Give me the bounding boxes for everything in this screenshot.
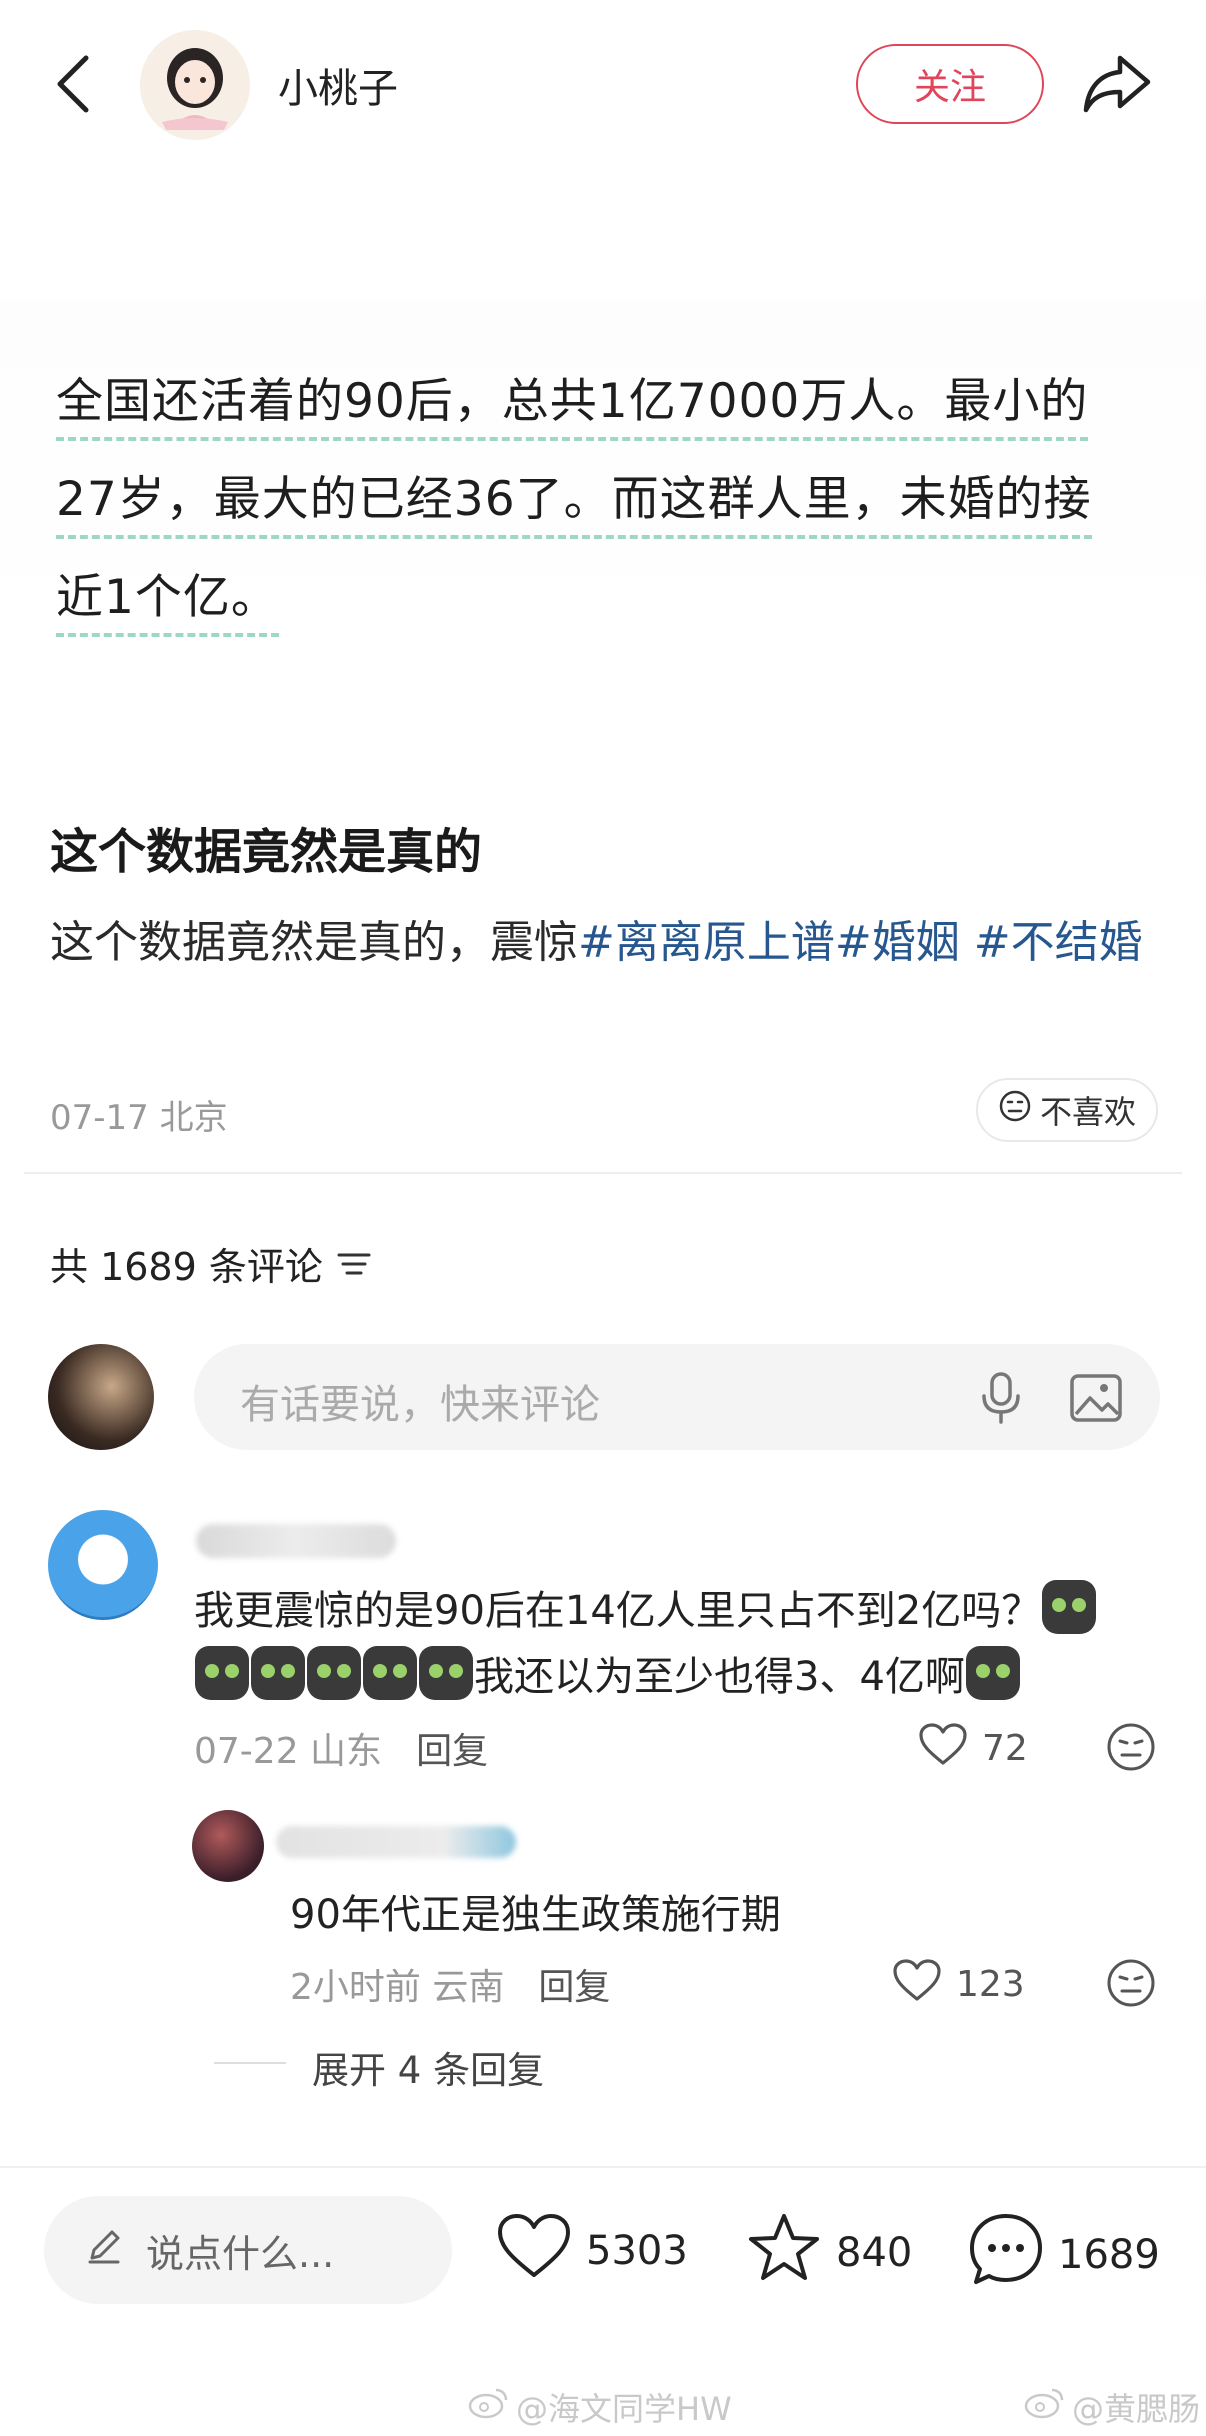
comment-count[interactable]: 共 1689 条评论 <box>50 1236 371 1291</box>
back-icon[interactable] <box>52 52 96 116</box>
replier-avatar[interactable] <box>192 1810 264 1882</box>
post-date-location: 07-17 北京 <box>50 1098 228 1138</box>
author-avatar[interactable] <box>140 30 250 140</box>
chat-bubble-icon <box>968 2212 1044 2298</box>
neutral-face-icon <box>998 1089 1032 1131</box>
collect-button[interactable]: 840 <box>746 2212 912 2294</box>
comment-text-part: 我还以为至少也得3、4亿啊 <box>474 1654 965 1700</box>
top-bar: 小桃子 关注 <box>0 0 1206 170</box>
reply-like-button[interactable]: 123 <box>892 1958 1025 2011</box>
post-title: 这个数据竟然是真的 <box>50 824 483 880</box>
cat-emoji-icon <box>363 1646 417 1700</box>
reply-text: 90年代正是独生政策施行期 <box>290 1892 781 1938</box>
sort-icon[interactable] <box>337 1242 371 1286</box>
follow-button[interactable]: 关注 <box>856 44 1044 124</box>
comment-count-label: 共 1689 条评论 <box>50 1245 323 1289</box>
cat-emoji-icon <box>419 1646 473 1700</box>
divider <box>0 2166 1206 2168</box>
cat-emoji-icon <box>1042 1580 1097 1634</box>
heart-icon <box>892 1958 942 2011</box>
cat-emoji-icon <box>965 1646 1020 1700</box>
image-text-line: 近1个亿。 <box>56 558 279 637</box>
hashtag-link[interactable]: #婚姻 <box>835 917 960 968</box>
cat-emoji-icon <box>195 1646 249 1700</box>
cat-emoji-icon <box>307 1646 361 1700</box>
comment-text-part: 我更震惊的是90后在14亿人里只占不到2亿吗？ <box>194 1588 1042 1634</box>
post-like-count: 5303 <box>586 2228 688 2274</box>
say-something-placeholder: 说点什么... <box>146 2231 335 2276</box>
weibo-logo-icon <box>468 2386 508 2428</box>
reply-button[interactable]: 回复 <box>416 1722 488 1774</box>
author-name[interactable]: 小桃子 <box>278 56 398 114</box>
dislike-label: 不喜欢 <box>1039 1093 1136 1131</box>
post-text-body: 这个数据竟然是真的，震惊 <box>50 917 578 968</box>
post-text: 这个数据竟然是真的，震惊#离离原上谱#婚姻 #不结婚 <box>50 905 1160 981</box>
comment-like-button[interactable]: 72 <box>918 1722 1028 1775</box>
heart-icon <box>496 2212 572 2290</box>
image-text-line: 全国还活着的90后，总共1亿7000万人。最小的 <box>56 362 1089 441</box>
watermark: @黄腮肠 <box>1024 2384 1200 2430</box>
watermark-text: @黄腮肠 <box>1072 2390 1201 2428</box>
divider <box>214 2062 286 2064</box>
commenter-avatar[interactable] <box>48 1510 158 1620</box>
divider <box>24 1172 1182 1174</box>
like-count: 123 <box>956 1964 1025 2005</box>
expand-replies-button[interactable]: 展开 4 条回复 <box>312 2040 544 2094</box>
microphone-icon[interactable] <box>974 1370 1028 1426</box>
reply-time-location: 2小时前 云南 <box>290 1967 505 2008</box>
comment-button[interactable]: 1689 <box>968 2212 1160 2298</box>
post-like-button[interactable]: 5303 <box>496 2212 688 2290</box>
share-icon[interactable] <box>1080 50 1154 116</box>
dislike-face-icon[interactable] <box>1106 1722 1156 1772</box>
comment-date-location: 07-22 山东 <box>194 1731 383 1772</box>
commenter-name-blurred[interactable] <box>196 1524 396 1558</box>
like-count: 72 <box>982 1728 1028 1769</box>
star-icon <box>746 2212 822 2294</box>
watermark-text: @海文同学HW <box>516 2390 732 2428</box>
weibo-logo-icon <box>1024 2386 1064 2428</box>
collect-count: 840 <box>836 2230 913 2276</box>
say-something-input[interactable]: 说点什么... <box>44 2196 452 2304</box>
dislike-face-icon[interactable] <box>1106 1958 1156 2008</box>
watermark: @海文同学HW <box>468 2384 732 2430</box>
reply-button[interactable]: 回复 <box>538 1958 610 2010</box>
hashtag-link[interactable]: #不结婚 <box>960 917 1143 968</box>
heart-icon <box>918 1722 968 1775</box>
post-image[interactable]: 全国还活着的90后，总共1亿7000万人。最小的 27岁，最大的已经36了。而这… <box>0 300 1206 645</box>
comment-total-count: 1689 <box>1058 2232 1160 2278</box>
my-avatar <box>48 1344 154 1450</box>
comment-input-placeholder: 有话要说，快来评论 <box>240 1382 600 1428</box>
replier-name-blurred[interactable] <box>276 1826 516 1858</box>
pencil-icon <box>84 2226 124 2275</box>
comment-meta: 07-22 山东 回复 <box>194 1722 488 1774</box>
image-icon[interactable] <box>1068 1372 1124 1424</box>
hashtag-link[interactable]: #离离原上谱 <box>578 917 835 968</box>
dislike-button[interactable]: 不喜欢 <box>976 1078 1158 1142</box>
reply-meta: 2小时前 云南 回复 <box>290 1958 610 2010</box>
image-text-line: 27岁，最大的已经36了。而这群人里，未婚的接 <box>56 460 1092 539</box>
cat-emoji-icon <box>251 1646 305 1700</box>
comment-text: 我更震惊的是90后在14亿人里只占不到2亿吗？ 我还以为至少也得3、4亿啊 <box>194 1578 1164 1710</box>
